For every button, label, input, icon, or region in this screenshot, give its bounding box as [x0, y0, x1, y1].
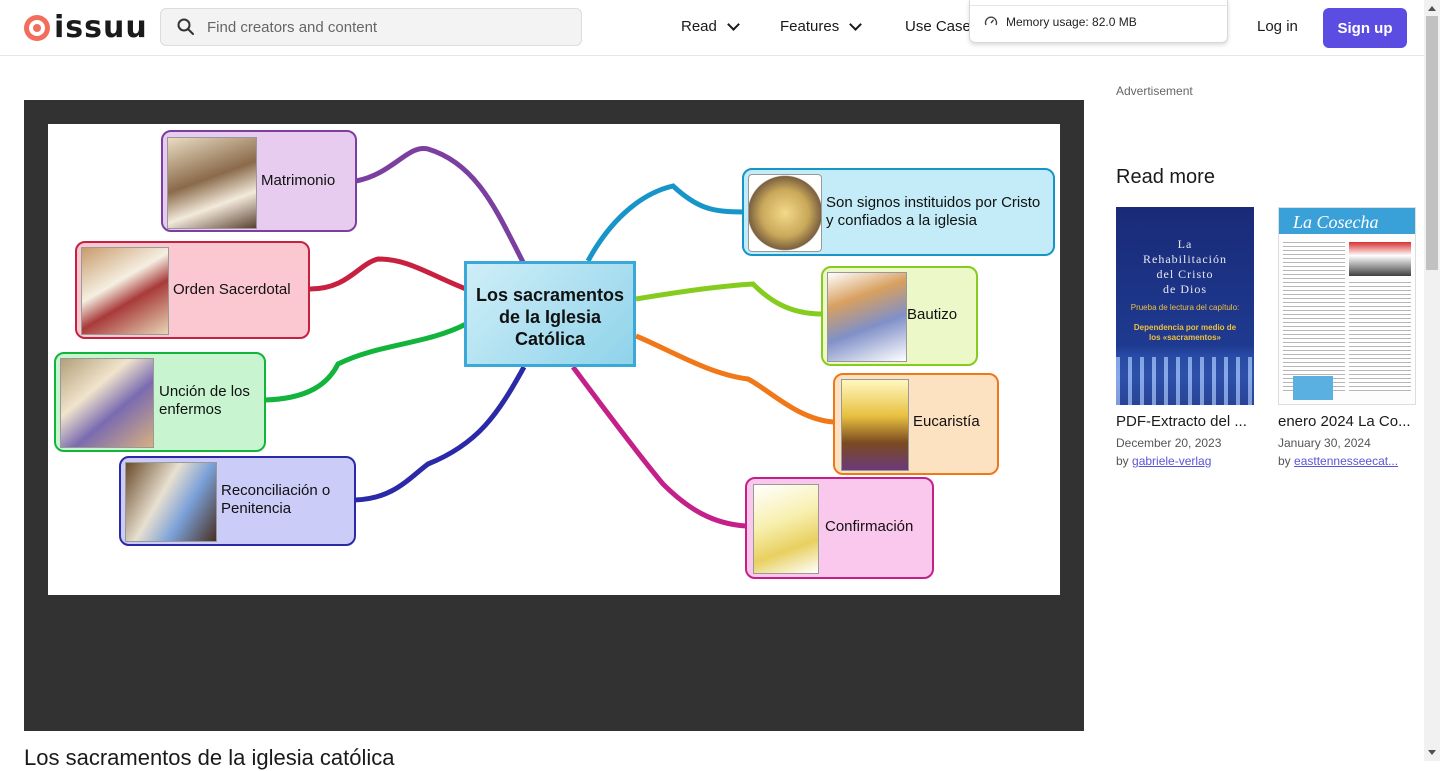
node-label: Orden Sacerdotal — [173, 281, 291, 298]
uncion-image — [60, 358, 154, 448]
branch-orden — [309, 256, 467, 292]
node-uncion-enfermos: Unción de los enfermos — [54, 352, 266, 452]
cover-line: Rehabilitación — [1143, 252, 1227, 266]
issuu-logo[interactable]: issuu — [24, 10, 148, 45]
card-author-link[interactable]: easttennesseecat... — [1294, 454, 1398, 468]
card-date: December 20, 2023 — [1116, 436, 1222, 450]
nav-use-cases[interactable]: Use Case — [905, 18, 971, 35]
cover-subtitle-2: Dependencia por medio de los «sacramento… — [1133, 323, 1237, 342]
node-eucaristia: Eucaristía — [833, 373, 999, 475]
signup-button[interactable]: Sign up — [1323, 8, 1407, 48]
gauge-icon — [984, 16, 998, 26]
cover-subtitle: Prueba de lectura del capítulo: — [1130, 303, 1240, 312]
cover-line: de Dios — [1163, 282, 1207, 296]
page-scrollbar[interactable] — [1424, 0, 1440, 761]
nav-read-label: Read — [681, 18, 717, 35]
branch-eucaristia — [635, 333, 835, 425]
card-cover[interactable]: La Rehabilitación del Cristo de Dios Pru… — [1116, 207, 1254, 405]
search-bar[interactable] — [160, 8, 582, 46]
cover-line: del Cristo — [1156, 267, 1214, 281]
nav-features-label: Features — [780, 18, 840, 35]
cover-title: La Cosecha — [1293, 212, 1379, 232]
card-title[interactable]: PDF-Extracto del ... — [1116, 413, 1254, 430]
search-input[interactable] — [205, 17, 569, 37]
cover-line: La — [1177, 237, 1193, 251]
document-viewer[interactable]: Los sacramentos de la Iglesia Católica M… — [24, 100, 1084, 731]
memory-usage-popup: Memory usage: 82.0 MB — [969, 0, 1228, 43]
read-more-card[interactable]: La Rehabilitación del Cristo de Dios Pru… — [1116, 207, 1254, 468]
node-label: Unción de los enfermos — [159, 383, 250, 418]
node-label: Matrimonio — [261, 172, 336, 189]
branch-confirmacion — [570, 365, 747, 529]
node-signos: Son signos instituidos por Cristo y conf… — [742, 168, 1055, 256]
nav-use-cases-label: Use Case — [905, 18, 971, 35]
branch-bautizo — [635, 281, 823, 317]
mindmap-center-node: Los sacramentos de la Iglesia Católica — [464, 261, 636, 367]
eucaristia-image — [841, 379, 909, 471]
memory-usage-row: Memory usage: 82.0 MB — [984, 15, 1137, 29]
node-bautizo: Bautizo — [821, 266, 978, 366]
read-more-card[interactable]: La Cosecha enero 2024 La Co... January 3… — [1278, 207, 1416, 468]
node-matrimonio: Matrimonio — [161, 130, 357, 232]
branch-matrimonio — [355, 146, 527, 266]
cover-columns-decoration — [1116, 357, 1254, 405]
card-title[interactable]: enero 2024 La Co... — [1278, 413, 1416, 430]
card-byline: by easttennesseecat... — [1278, 454, 1416, 468]
cover-photo — [1349, 242, 1411, 276]
branch-reconciliacion — [353, 365, 527, 503]
document-title: Los sacramentos de la iglesia católica — [24, 745, 395, 770]
orden-sacerdotal-image — [81, 247, 169, 335]
scroll-thumb[interactable] — [1426, 16, 1438, 270]
nav-features[interactable]: Features — [780, 18, 863, 35]
card-cover[interactable]: La Cosecha — [1278, 207, 1416, 405]
node-label: Son signos instituidos por Cristo y conf… — [826, 194, 1041, 229]
read-more-heading: Read more — [1116, 166, 1215, 188]
branch-signos — [585, 183, 745, 263]
popup-divider — [970, 5, 1227, 6]
sacramentos-wheel-image — [748, 174, 822, 252]
advertisement-label: Advertisement — [1116, 84, 1193, 98]
by-label: by — [1116, 454, 1129, 468]
scroll-up-arrow-icon[interactable] — [1428, 6, 1436, 11]
login-link[interactable]: Log in — [1257, 18, 1298, 35]
matrimonio-image — [167, 137, 257, 229]
logo-text: issuu — [54, 10, 148, 45]
cover-text-column — [1349, 282, 1411, 392]
node-label: Eucaristía — [913, 413, 980, 430]
cover-title: La Rehabilitación del Cristo de Dios — [1116, 237, 1254, 297]
top-header: issuu Read Features Use Case Memory usag… — [0, 0, 1424, 56]
chevron-down-icon — [726, 18, 740, 31]
cover-footer-box — [1293, 376, 1333, 400]
scroll-down-arrow-icon[interactable] — [1428, 750, 1436, 755]
node-reconciliacion: Reconciliación o Penitencia — [119, 456, 356, 546]
confirmacion-image — [753, 484, 819, 574]
chevron-down-icon — [849, 18, 863, 31]
card-byline: by gabriele-verlag — [1116, 454, 1254, 468]
bautizo-image — [827, 272, 907, 362]
nav-read[interactable]: Read — [681, 18, 740, 35]
node-label: Reconciliación o Penitencia — [221, 482, 331, 517]
search-icon — [177, 18, 194, 35]
node-orden-sacerdotal: Orden Sacerdotal — [75, 241, 310, 339]
card-author-link[interactable]: gabriele-verlag — [1132, 454, 1211, 468]
issuu-logo-icon — [24, 15, 50, 41]
by-label: by — [1278, 454, 1291, 468]
memory-usage-text: Memory usage: 82.0 MB — [1006, 15, 1137, 29]
node-label: Bautizo — [907, 306, 958, 323]
card-date: January 30, 2024 — [1278, 436, 1371, 450]
node-label: Confirmación — [825, 518, 914, 535]
mindmap-center-label: Los sacramentos de la Iglesia Católica — [475, 285, 625, 349]
reconciliacion-image — [125, 462, 217, 542]
document-page: Los sacramentos de la Iglesia Católica M… — [48, 124, 1060, 595]
node-confirmacion: Confirmación — [745, 477, 934, 579]
cover-text-column — [1283, 242, 1345, 392]
